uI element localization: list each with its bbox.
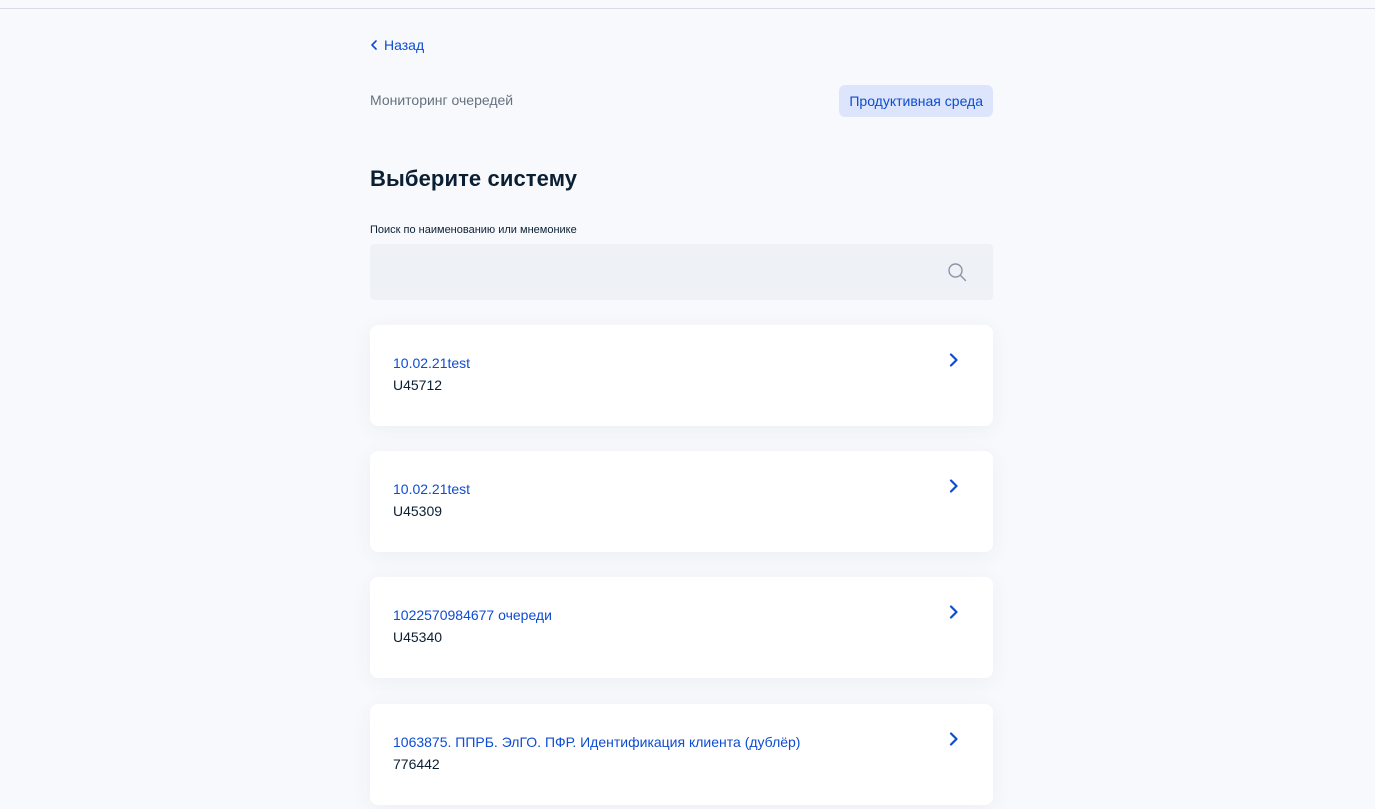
system-name: 1022570984677 очереди [393, 607, 552, 623]
search-box [370, 244, 993, 300]
search-input[interactable] [370, 244, 962, 300]
chevron-right-icon [949, 353, 958, 367]
system-code: U45340 [393, 629, 443, 645]
system-name: 1063875. ППРБ. ЭлГО. ПФР. Идентификация … [393, 734, 801, 750]
back-link[interactable]: Назад [370, 37, 424, 53]
chevron-right-icon [949, 605, 958, 619]
environment-badge: Продуктивная среда [839, 85, 993, 117]
system-card[interactable]: 10.02.21test U45309 [370, 451, 993, 552]
top-divider [0, 8, 1375, 9]
system-code: U45712 [393, 377, 443, 393]
system-card[interactable]: 10.02.21test U45712 [370, 325, 993, 426]
search-label: Поиск по наименованию или мнемонике [370, 224, 577, 236]
back-link-label: Назад [384, 37, 425, 53]
system-code: 776442 [393, 756, 440, 772]
system-card[interactable]: 1022570984677 очереди U45340 [370, 577, 993, 678]
system-name: 10.02.21test [393, 355, 471, 371]
system-name: 10.02.21test [393, 481, 471, 497]
page-subtitle: Мониторинг очередей [370, 92, 514, 108]
search-icon[interactable] [947, 262, 967, 282]
system-code: U45309 [393, 503, 443, 519]
chevron-right-icon [949, 732, 958, 746]
system-card[interactable]: 1063875. ППРБ. ЭлГО. ПФР. Идентификация … [370, 704, 993, 805]
chevron-left-icon [371, 40, 377, 50]
page-title: Выберите систему [370, 166, 578, 191]
chevron-right-icon [949, 479, 958, 493]
